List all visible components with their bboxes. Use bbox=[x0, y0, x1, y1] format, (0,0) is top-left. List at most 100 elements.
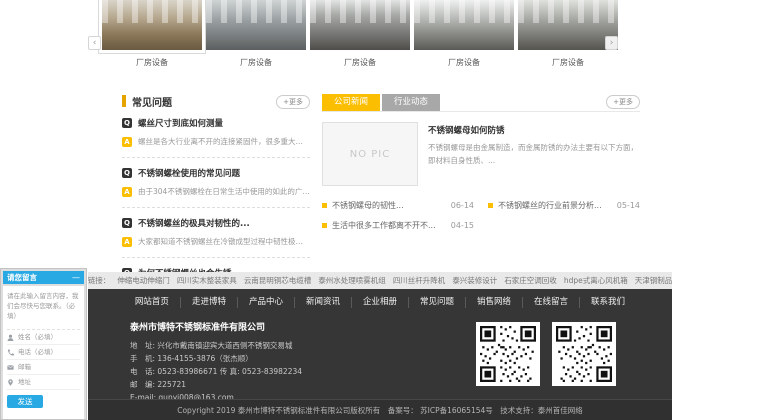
factory-photo-3[interactable]: 厂房设备 bbox=[310, 0, 410, 68]
news-list: 不锈钢螺母的韧性... 06-14 不锈钢螺丝的行业前景分析... 05-14 … bbox=[322, 200, 640, 231]
name-input[interactable] bbox=[18, 333, 80, 341]
a-badge-icon: A bbox=[122, 237, 132, 247]
no-pic-placeholder[interactable]: NO PIC bbox=[322, 122, 418, 186]
page: 厂房设备 厂房设备 厂房设备 厂房设备 厂房设备 ‹ › 常见问题 +更多 Q bbox=[88, 0, 672, 420]
message-widget: 请您留言 — bbox=[0, 268, 87, 420]
footer-nav-about[interactable]: 走进博特 bbox=[181, 297, 238, 308]
name-field-row bbox=[7, 330, 80, 345]
factory-photo-image[interactable] bbox=[518, 0, 618, 50]
copyright-bar: Copyright 2019 泰州市博特不锈钢标准件有限公司版权所有 备案号： … bbox=[88, 399, 672, 420]
tab-industry-news[interactable]: 行业动态 bbox=[382, 94, 440, 111]
carousel-prev-icon[interactable]: ‹ bbox=[88, 36, 101, 50]
carousel-next-icon[interactable]: › bbox=[605, 36, 618, 50]
news-item-title[interactable]: 生活中很多工作都离不开不... bbox=[332, 220, 445, 231]
a-badge-icon: A bbox=[122, 137, 132, 147]
friend-link[interactable]: 泰州水处理喷雾机组 bbox=[318, 275, 386, 286]
q-badge-icon: Q bbox=[122, 118, 132, 128]
news-section: 公司新闻 行业动态 +更多 NO PIC 不锈钢螺母如何防锈 不锈钢螺母是由金属… bbox=[322, 94, 640, 231]
photo-caption[interactable]: 厂房设备 bbox=[310, 57, 410, 68]
faq-item[interactable]: Q 螺丝尺寸到底如何测量 A 螺丝是各大行业离不开的连接紧固件，很多重大事故的.… bbox=[122, 108, 310, 158]
news-tabbar: 公司新闻 行业动态 +更多 bbox=[322, 94, 640, 112]
friend-link[interactable]: 四川丝杆升降机 bbox=[393, 275, 446, 286]
footer-nav-contact[interactable]: 联系我们 bbox=[580, 297, 636, 308]
footer-nav-faq[interactable]: 常见问题 bbox=[409, 297, 466, 308]
photo-caption[interactable]: 厂房设备 bbox=[518, 57, 618, 68]
factory-photo-image[interactable] bbox=[102, 0, 202, 50]
minimize-icon[interactable]: — bbox=[72, 274, 80, 282]
faq-answer: A 由于304不锈钢螺栓在日常生活中使用的如此的广泛，而... bbox=[122, 186, 310, 197]
factory-photo-image[interactable] bbox=[206, 0, 306, 50]
news-item-title[interactable]: 不锈钢螺母的韧性... bbox=[332, 200, 445, 211]
footer-nav-products[interactable]: 产品中心 bbox=[238, 297, 295, 308]
message-textarea[interactable] bbox=[7, 290, 80, 330]
email-input[interactable] bbox=[18, 363, 80, 371]
message-widget-header[interactable]: 请您留言 — bbox=[3, 271, 84, 284]
faq-item[interactable]: Q 不锈钢螺栓使用的常见问题 A 由于304不锈钢螺栓在日常生活中使用的如此的广… bbox=[122, 158, 310, 208]
friend-link[interactable]: 石家庄空调回收 bbox=[504, 275, 557, 286]
photo-caption[interactable]: 厂房设备 bbox=[206, 57, 306, 68]
footer-nav-network[interactable]: 销售网络 bbox=[466, 297, 523, 308]
friend-link[interactable]: 四川实木整装家具 bbox=[177, 275, 237, 286]
featured-news-body: 不锈钢螺母如何防锈 不锈钢螺母是由金属制造，而金属防锈的办法主要有以下方面，即材… bbox=[428, 122, 640, 186]
contact-mobile: 手 机: 136-4155-3876（张杰顺） bbox=[130, 352, 302, 365]
friend-links-bar: 友情链接： 伸缩电动伸缩门 四川实木整装家具 云南昆明铜芯电缆槽 泰州水处理喷雾… bbox=[88, 272, 672, 289]
factory-photo-1[interactable]: 厂房设备 bbox=[102, 0, 202, 68]
tab-company-news[interactable]: 公司新闻 bbox=[322, 94, 380, 111]
address-input[interactable] bbox=[18, 378, 80, 386]
news-item-date: 06-14 bbox=[451, 201, 474, 210]
faq-answer: A 螺丝是各大行业离不开的连接紧固件，很多重大事故的... bbox=[122, 136, 310, 147]
factory-photo-image[interactable] bbox=[310, 0, 410, 50]
send-button[interactable]: 发送 bbox=[7, 395, 43, 408]
friend-link[interactable]: 天津钢制品检测 bbox=[635, 275, 672, 286]
footer-nav-home[interactable]: 网站首页 bbox=[124, 297, 181, 308]
footer-contact: 泰州市博特不锈钢标准件有限公司 地 址: 兴化市戴南镇迎宾大道西侧不锈钢交易城 … bbox=[130, 320, 302, 404]
message-widget-body: 发送 bbox=[3, 286, 84, 419]
news-item-date: 04-15 bbox=[451, 221, 474, 230]
friend-links-label: 友情链接： bbox=[88, 275, 110, 286]
qr-code-2 bbox=[552, 322, 616, 386]
person-icon bbox=[7, 334, 14, 341]
news-list-item[interactable]: 不锈钢螺母的韧性... 06-14 bbox=[322, 200, 474, 211]
news-list-item[interactable]: 不锈钢螺丝的行业前景分析... 05-14 bbox=[488, 200, 640, 211]
friend-link[interactable]: hdpe式离心风机箱 bbox=[564, 275, 628, 286]
factory-photo-carousel: 厂房设备 厂房设备 厂房设备 厂房设备 厂房设备 bbox=[102, 0, 618, 68]
photo-caption[interactable]: 厂房设备 bbox=[414, 57, 514, 68]
friend-link[interactable]: 伸缩电动伸缩门 bbox=[117, 275, 170, 286]
faq-answer-text: 大家都知道不锈钢螺丝在冷镦成型过程中韧性极为重要不... bbox=[138, 236, 310, 247]
factory-photo-5[interactable]: 厂房设备 bbox=[518, 0, 618, 68]
faq-item[interactable]: Q 不锈钢螺丝的极具对韧性的... A 大家都知道不锈钢螺丝在冷镦成型过程中韧性… bbox=[122, 208, 310, 258]
faq-question[interactable]: Q 螺丝尺寸到底如何测量 bbox=[122, 117, 310, 129]
footer-nav-album[interactable]: 企业相册 bbox=[352, 297, 409, 308]
mail-icon bbox=[7, 364, 14, 371]
phone-input[interactable] bbox=[18, 348, 80, 356]
factory-photo-2[interactable]: 厂房设备 bbox=[206, 0, 306, 68]
qr-code-1 bbox=[476, 322, 540, 386]
faq-more-button[interactable]: +更多 bbox=[276, 95, 310, 109]
factory-photo-image[interactable] bbox=[414, 0, 514, 50]
faq-question-text[interactable]: 螺丝尺寸到底如何测量 bbox=[138, 117, 223, 129]
contact-phone-fax: 电 话: 0523-83986671 传 真: 0523-83982234 bbox=[130, 365, 302, 378]
message-widget-title: 请您留言 bbox=[7, 272, 37, 283]
faq-question-text[interactable]: 不锈钢螺栓使用的常见问题 bbox=[138, 167, 240, 179]
footer-nav-message[interactable]: 在线留言 bbox=[523, 297, 580, 308]
factory-photo-4[interactable]: 厂房设备 bbox=[414, 0, 514, 68]
friend-link[interactable]: 云南昆明铜芯电缆槽 bbox=[244, 275, 312, 286]
friend-link[interactable]: 泰兴装修设计 bbox=[452, 275, 497, 286]
photo-caption[interactable]: 厂房设备 bbox=[102, 57, 202, 68]
news-item-date: 05-14 bbox=[617, 201, 640, 210]
address-field-row bbox=[7, 375, 80, 390]
qr-codes bbox=[476, 322, 616, 386]
faq-header: 常见问题 +更多 bbox=[122, 94, 310, 108]
footer-nav-news[interactable]: 新闻资讯 bbox=[295, 297, 352, 308]
news-list-item[interactable]: 生活中很多工作都离不开不... 04-15 bbox=[322, 220, 474, 231]
faq-question-text[interactable]: 不锈钢螺丝的极具对韧性的... bbox=[138, 217, 250, 229]
news-more-button[interactable]: +更多 bbox=[606, 95, 640, 109]
news-item-title[interactable]: 不锈钢螺丝的行业前景分析... bbox=[498, 200, 611, 211]
section-title-bar bbox=[122, 95, 126, 107]
faq-question[interactable]: Q 不锈钢螺丝的极具对韧性的... bbox=[122, 217, 310, 229]
a-badge-icon: A bbox=[122, 187, 132, 197]
faq-question[interactable]: Q 不锈钢螺栓使用的常见问题 bbox=[122, 167, 310, 179]
featured-news-title[interactable]: 不锈钢螺母如何防锈 bbox=[428, 124, 640, 136]
featured-news-excerpt: 不锈钢螺母是由金属制造，而金属防锈的办法主要有以下方面，即材料自身性质、... bbox=[428, 142, 640, 168]
footer: 网站首页 走进博特 产品中心 新闻资讯 企业相册 常见问题 销售网络 在线留言 … bbox=[88, 289, 672, 420]
